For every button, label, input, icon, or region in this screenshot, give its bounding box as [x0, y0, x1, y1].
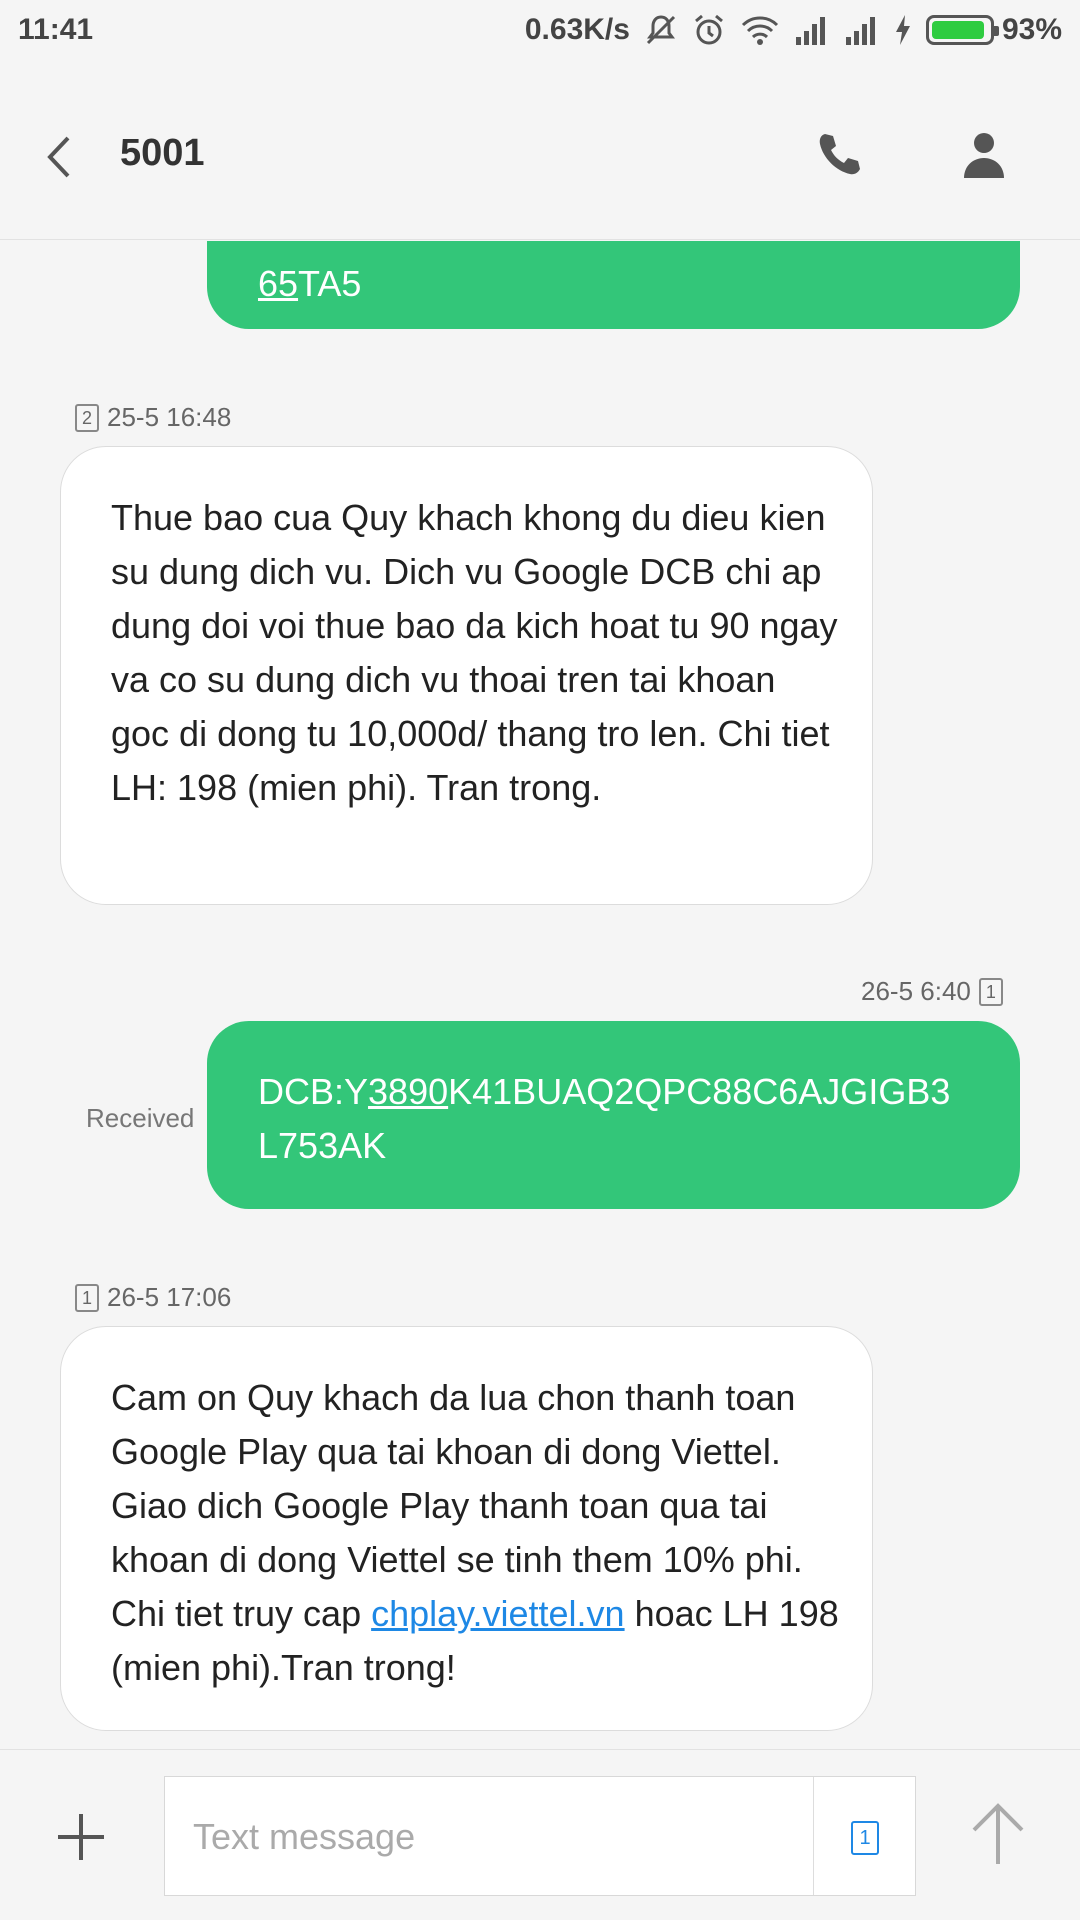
- delivery-status: Received: [86, 1103, 195, 1133]
- message-meta: 2 25-5 16:48: [75, 402, 231, 433]
- message-timestamp: 25-5 16:48: [107, 402, 232, 432]
- charging-icon: [894, 14, 912, 46]
- message-text: TA5: [298, 263, 362, 304]
- signal-icon: [844, 15, 880, 45]
- back-button[interactable]: [40, 132, 80, 182]
- message-text-link[interactable]: 3890: [368, 1071, 448, 1112]
- send-button[interactable]: [970, 1802, 1026, 1866]
- add-attachment-button[interactable]: [56, 1812, 106, 1862]
- message-bubble-outgoing[interactable]: 65TA5: [207, 241, 1020, 329]
- status-icons: 0.63K/s 93%: [525, 13, 1062, 47]
- wifi-icon: [740, 13, 780, 47]
- status-time: 11:41: [18, 13, 94, 46]
- message-timestamp: 26-5 6:40: [861, 976, 971, 1006]
- phone-icon: [819, 134, 860, 175]
- message-thread[interactable]: 65TA5 2 25-5 16:48 Thue bao cua Quy khac…: [0, 241, 1080, 1749]
- message-meta: 26-5 6:40 1: [861, 976, 1003, 1007]
- sim-icon: 1: [978, 977, 1003, 1006]
- message-bubble-incoming[interactable]: Thue bao cua Quy khach khong du dieu kie…: [60, 446, 873, 905]
- sim-icon: 1: [75, 1283, 99, 1312]
- battery-percent: 93%: [1001, 13, 1062, 46]
- signal-icon: [794, 15, 830, 45]
- sim-select-button[interactable]: 1: [851, 1821, 879, 1855]
- compose-bar: 1: [0, 1749, 1080, 1920]
- messaging-screen: 11:41 0.63K/s 93% 5001 65TA5 2 25-5 16:4…: [0, 0, 1080, 1920]
- message-text: DCB:Y: [258, 1071, 369, 1112]
- conversation-title: 5001: [120, 132, 205, 174]
- message-input-box[interactable]: 1: [164, 1776, 916, 1896]
- person-icon: [964, 133, 1004, 178]
- message-bubble-incoming[interactable]: Cam on Quy khach da lua chon thanh toan …: [60, 1326, 873, 1731]
- plus-icon: [58, 1814, 104, 1860]
- arrow-up-icon: [972, 1803, 1024, 1864]
- message-text: Thue bao cua Quy khach khong du dieu kie…: [111, 497, 838, 808]
- network-speed: 0.63K/s: [524, 13, 630, 46]
- call-button[interactable]: [816, 130, 864, 178]
- alarm-icon: [692, 13, 726, 47]
- conversation-header: 5001: [0, 60, 1080, 240]
- message-input[interactable]: [193, 1807, 833, 1867]
- status-bar: 11:41 0.63K/s 93%: [0, 0, 1080, 60]
- message-link[interactable]: chplay.viettel.vn: [371, 1593, 624, 1634]
- sim-icon: 2: [75, 403, 99, 432]
- battery-level: [931, 21, 985, 39]
- contact-button[interactable]: [960, 130, 1008, 180]
- battery-icon: 93%: [925, 13, 1062, 47]
- message-meta: 1 26-5 17:06: [75, 1282, 231, 1313]
- mute-icon: [644, 13, 678, 47]
- chevron-left-icon: [47, 136, 70, 178]
- input-divider: [813, 1777, 814, 1895]
- message-bubble-outgoing[interactable]: DCB:Y3890K41BUAQ2QPC88C6AJGIGB3 L753AK: [207, 1021, 1020, 1209]
- message-text-link[interactable]: 65: [258, 263, 298, 304]
- message-timestamp: 26-5 17:06: [107, 1282, 232, 1312]
